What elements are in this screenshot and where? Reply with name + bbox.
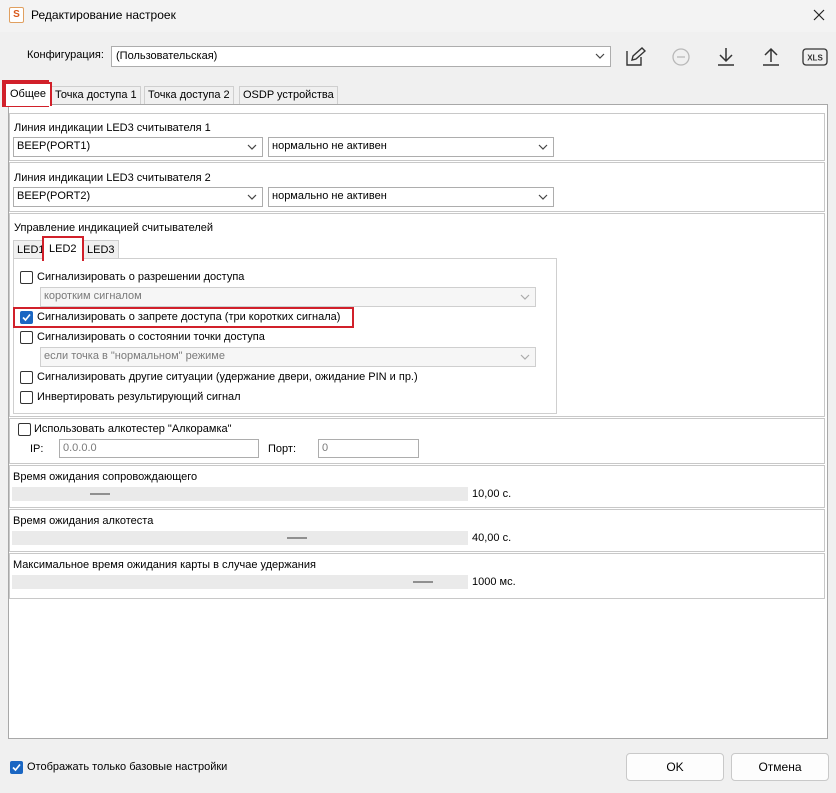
signal-access-denied-checkbox[interactable]: [20, 311, 33, 324]
invert-signal-label: Инвертировать результирующий сигнал: [37, 391, 241, 403]
edit-icon: [626, 47, 646, 66]
port-label: Порт:: [268, 443, 296, 455]
led-line-1-state-select[interactable]: нормально не активен: [268, 137, 554, 157]
config-value: (Пользовательская): [116, 50, 218, 62]
card-wait-value: 1000 мс.: [472, 576, 516, 588]
led-line-2-state-select[interactable]: нормально не активен: [268, 187, 554, 207]
remove-config-button[interactable]: [667, 43, 695, 71]
close-icon: [813, 9, 825, 21]
checkmark-icon: [22, 313, 31, 322]
use-alcotester-checkbox[interactable]: [18, 423, 31, 436]
import-config-button[interactable]: [712, 43, 740, 71]
led-line-1-port-value: BEEP(PORT1): [17, 140, 91, 152]
alcotest-wait-slider[interactable]: [12, 531, 468, 545]
point-state-mode-select[interactable]: если точка в "нормальном" режиме: [40, 347, 536, 367]
alcotest-wait-label: Время ожидания алкотеста: [13, 515, 154, 527]
checkmark-icon: [12, 763, 21, 772]
subtab-led3[interactable]: LED3: [83, 240, 119, 259]
port-input[interactable]: 0: [318, 439, 419, 458]
escort-wait-value: 10,00 с.: [472, 488, 512, 500]
alcotest-wait-slider-thumb[interactable]: [287, 537, 307, 539]
chevron-down-icon: [538, 194, 548, 200]
signal-point-state-label: Сигнализировать о состоянии точки доступ…: [37, 331, 265, 343]
card-wait-label: Максимальное время ожидания карты в случ…: [13, 559, 316, 571]
signal-point-state-checkbox[interactable]: [20, 331, 33, 344]
led-line-2-state-value: нормально не активен: [272, 190, 387, 202]
upload-icon: [763, 47, 779, 66]
led-line-2-label: Линия индикации LED3 считывателя 2: [14, 172, 211, 184]
signal-other-situations-label: Сигнализировать другие ситуации (удержан…: [37, 371, 418, 383]
chevron-down-icon: [247, 194, 257, 200]
led-line-1-label: Линия индикации LED3 считывателя 1: [14, 122, 211, 134]
tab-access-point-1[interactable]: Точка доступа 1: [51, 86, 141, 104]
indication-label: Управление индикацией считывателей: [14, 222, 214, 234]
point-state-mode-value: если точка в "нормальном" режиме: [44, 350, 225, 362]
card-wait-slider-thumb[interactable]: [413, 581, 433, 583]
cancel-button[interactable]: Отмена: [731, 753, 829, 781]
use-alcotester-label: Использовать алкотестер "Алкорамка": [34, 423, 232, 435]
invert-signal-checkbox[interactable]: [20, 391, 33, 404]
signal-access-granted-checkbox[interactable]: [20, 271, 33, 284]
basic-only-checkbox[interactable]: [10, 761, 23, 774]
led-line-2-port-select[interactable]: BEEP(PORT2): [13, 187, 263, 207]
chevron-down-icon: [595, 53, 605, 59]
xls-icon: XLS: [802, 48, 828, 66]
tab-osdp-devices[interactable]: OSDP устройства: [239, 86, 338, 104]
chevron-down-icon: [247, 144, 257, 150]
ip-label: IP:: [30, 443, 44, 455]
close-button[interactable]: [806, 4, 832, 28]
basic-only-label: Отображать только базовые настройки: [27, 761, 228, 773]
ip-input[interactable]: 0.0.0.0: [59, 439, 259, 458]
chevron-down-icon: [538, 144, 548, 150]
svg-text:XLS: XLS: [807, 54, 823, 63]
access-granted-mode-value: коротким сигналом: [44, 290, 142, 302]
escort-wait-slider[interactable]: [12, 487, 468, 501]
chevron-down-icon: [520, 294, 530, 300]
config-select[interactable]: (Пользовательская): [111, 46, 611, 67]
app-logo-icon: S: [9, 7, 24, 23]
tab-access-point-2[interactable]: Точка доступа 2: [144, 86, 234, 104]
led-line-1-port-select[interactable]: BEEP(PORT1): [13, 137, 263, 157]
led-line-2-port-value: BEEP(PORT2): [17, 190, 91, 202]
signal-other-situations-checkbox[interactable]: [20, 371, 33, 384]
tab-general[interactable]: Общее: [4, 82, 53, 106]
window-title: Редактирование настроек: [31, 8, 176, 22]
access-granted-mode-select[interactable]: коротким сигналом: [40, 287, 536, 307]
ok-button[interactable]: OK: [626, 753, 724, 781]
led-line-1-state-value: нормально не активен: [272, 140, 387, 152]
alcotest-wait-value: 40,00 с.: [472, 532, 512, 544]
signal-access-granted-label: Сигнализировать о разрешении доступа: [37, 271, 245, 283]
chevron-down-icon: [520, 354, 530, 360]
escort-wait-label: Время ожидания сопровождающего: [13, 471, 198, 483]
config-label: Конфигурация:: [27, 49, 104, 61]
edit-config-button[interactable]: [621, 43, 649, 71]
subtab-led2[interactable]: LED2: [42, 236, 84, 261]
signal-access-denied-label: Сигнализировать о запрете доступа (три к…: [37, 311, 341, 323]
escort-wait-slider-thumb[interactable]: [90, 493, 110, 495]
minus-circle-icon: [672, 48, 690, 66]
card-wait-slider[interactable]: [12, 575, 468, 589]
export-config-button[interactable]: [757, 43, 785, 71]
download-icon: [718, 48, 734, 66]
export-xls-button[interactable]: XLS: [801, 43, 829, 71]
